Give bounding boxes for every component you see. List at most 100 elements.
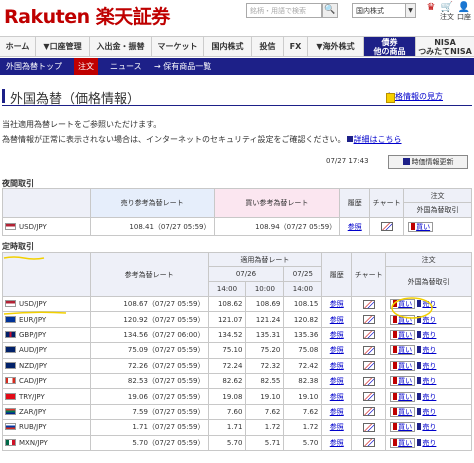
nav-funds[interactable]: 投信: [252, 37, 284, 56]
sell-button[interactable]: 売り: [417, 438, 436, 448]
chart-icon[interactable]: [380, 222, 393, 231]
sell-button[interactable]: 売り: [417, 345, 436, 355]
buy-button[interactable]: 買い: [390, 360, 416, 371]
night-sell-header: 売り参考為替レート: [89, 188, 215, 218]
table-row: TRY/JPY 19.06（07/27 05:59） 19.08 19.10 19.10…: [2, 388, 472, 405]
search-icon[interactable]: 🔍: [322, 3, 338, 18]
order-icon[interactable]: 🛒 注文: [439, 2, 455, 21]
sell-button[interactable]: 売り: [417, 422, 436, 432]
subnav-fx-top[interactable]: 外国為替トップ: [2, 58, 66, 75]
account-icon[interactable]: 👤 口座: [456, 2, 472, 21]
buy-label: 買い: [398, 392, 413, 401]
date1-header: 07/26: [207, 266, 285, 282]
chart-icon[interactable]: [362, 315, 375, 325]
sell-label: 売り: [422, 438, 437, 447]
reference-rate: 82.53（07/27 05:59）: [89, 372, 209, 390]
table-row: NZD/JPY 72.26（07/27 05:59） 72.24 72.32 72.42…: [2, 357, 472, 374]
sell-button[interactable]: 売り: [417, 376, 436, 386]
buy-button[interactable]: 買い: [390, 299, 416, 310]
time2-header: 10:00: [245, 281, 285, 297]
night-rate-table: 売り参考為替レート 買い参考為替レート 履歴 チャート 注文 外国為替取引 US…: [2, 188, 472, 236]
nav-home[interactable]: ホーム: [0, 37, 36, 56]
chart-cell: [351, 357, 387, 374]
chart-icon[interactable]: [362, 376, 375, 386]
applied-rate-1: 1.71: [207, 419, 247, 436]
sell-mark-icon: [417, 407, 422, 415]
chart-icon[interactable]: [362, 407, 375, 417]
chart-icon[interactable]: [362, 438, 375, 448]
ru-flag-icon: [5, 423, 16, 431]
buy-button[interactable]: 買い: [408, 221, 434, 232]
chart-icon[interactable]: [362, 330, 375, 340]
nav-deposit[interactable]: 入出金・振替: [90, 37, 152, 56]
search-input[interactable]: 銘柄・用語で検索: [246, 3, 322, 18]
refresh-icon: [402, 158, 410, 165]
buy-button[interactable]: 買い: [390, 345, 416, 356]
detail-link[interactable]: 詳細はこちら: [354, 135, 402, 144]
nav-bonds-other[interactable]: 債券 他の商品: [364, 37, 416, 56]
refresh-button[interactable]: 時価情報更新: [388, 155, 468, 169]
sell-button[interactable]: 売り: [417, 392, 436, 402]
buy-button[interactable]: 買い: [390, 406, 416, 417]
eu-flag-icon: [5, 315, 16, 323]
buy-button[interactable]: 買い: [390, 376, 416, 387]
chart-icon[interactable]: [362, 299, 375, 309]
buy-button[interactable]: 買い: [390, 329, 416, 340]
chart-icon[interactable]: [362, 422, 375, 432]
ranking-icon[interactable]: ♛: [424, 2, 438, 13]
buy-mark-icon: [393, 346, 398, 354]
night-order-sub-header: 外国為替取引: [403, 202, 472, 218]
nav-foreign-stock[interactable]: ▼海外株式: [308, 37, 364, 56]
pair-label: CAD/JPY: [19, 377, 47, 386]
applied-rate-1: 82.62: [207, 372, 247, 390]
history-link[interactable]: 参照: [321, 311, 353, 328]
chevron-down-icon[interactable]: ▼: [406, 3, 416, 18]
buy-mark-icon: [393, 377, 398, 385]
nav-account[interactable]: ▼口座管理: [36, 37, 90, 56]
sell-button[interactable]: 売り: [417, 330, 436, 340]
history-link[interactable]: 参照: [321, 403, 353, 421]
history-link[interactable]: 参照: [321, 419, 353, 436]
applied-rate-2: 75.20: [245, 342, 285, 359]
buy-button[interactable]: 買い: [390, 437, 416, 448]
subnav-order[interactable]: 注文: [74, 58, 98, 75]
history-link[interactable]: 参照: [321, 342, 353, 359]
chart-icon[interactable]: [362, 392, 375, 402]
rakuten-logo[interactable]: Rakuten 楽天証券: [4, 2, 170, 29]
buy-button[interactable]: 買い: [390, 314, 416, 325]
history-link[interactable]: 参照: [321, 388, 353, 405]
chart-icon[interactable]: [362, 345, 375, 355]
buy-button[interactable]: 買い: [390, 422, 416, 433]
buy-label: 買い: [398, 423, 413, 432]
history-link[interactable]: 参照: [321, 357, 353, 374]
applied-rate-3: 7.62: [283, 403, 323, 421]
nav-nisa[interactable]: NISA つみたてNISA: [416, 37, 474, 56]
sell-button[interactable]: 売り: [417, 361, 436, 371]
buy-mark-icon: [393, 423, 398, 431]
nav-domestic-stock[interactable]: 国内株式: [204, 37, 252, 56]
subnav-news[interactable]: ニュース: [106, 58, 146, 75]
history-link[interactable]: 参照: [339, 217, 371, 236]
sell-button[interactable]: 売り: [417, 407, 436, 417]
price-info-link[interactable]: 価格情報の見方: [387, 91, 443, 102]
history-link[interactable]: 参照: [321, 326, 353, 344]
nav-fx[interactable]: FX: [284, 37, 308, 56]
nav-market[interactable]: マーケット: [152, 37, 204, 56]
sell-button[interactable]: 売り: [417, 315, 436, 325]
sell-button[interactable]: 売り: [417, 299, 436, 309]
subnav-holdings[interactable]: → 保有商品一覧: [150, 58, 215, 75]
pair-cell: GBP/JPY: [2, 326, 91, 344]
buy-label: 買い: [398, 315, 413, 324]
applied-rate-2: 19.10: [245, 388, 285, 405]
sell-mark-icon: [417, 377, 422, 385]
chart-cell: [351, 311, 387, 328]
regular-order-header: 注文: [385, 252, 472, 267]
history-link[interactable]: 参照: [321, 434, 353, 451]
order-cell: 買い 売り: [385, 311, 472, 328]
regular-rows: USD/JPY 108.67（07/27 05:59） 108.62 108.69 10…: [2, 295, 472, 451]
chart-icon[interactable]: [362, 361, 375, 371]
buy-button[interactable]: 買い: [390, 391, 416, 402]
market-select[interactable]: 国内株式: [352, 3, 406, 18]
history-link[interactable]: 参照: [321, 372, 353, 390]
history-link[interactable]: 参照: [321, 295, 353, 313]
